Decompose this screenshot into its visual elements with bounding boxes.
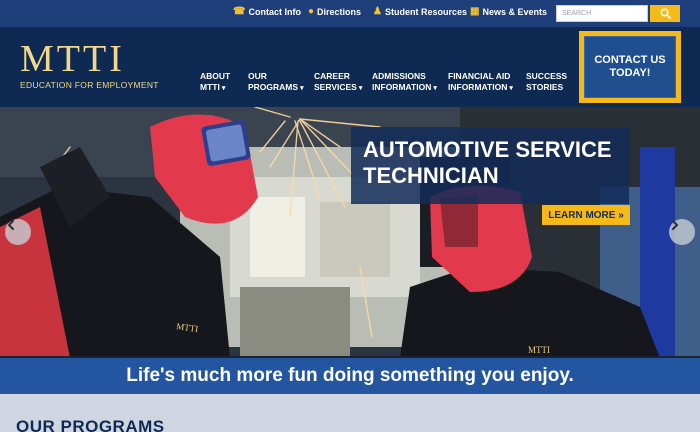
chevron-down-icon: ▾ [433, 85, 437, 92]
tagline-banner: Life's much more fun doing something you… [0, 358, 700, 394]
nav-about-line2: MTTI [200, 82, 220, 92]
nav-success-line2: STORIES [526, 82, 564, 92]
nav-admissions-line2: INFORMATION [372, 82, 432, 92]
hero-title: AUTOMOTIVE SERVICE TECHNICIAN [363, 137, 612, 188]
nav-admissions[interactable]: ADMISSIONS INFORMATION ▾ [372, 71, 437, 94]
nav-admissions-line1: ADMISSIONS [372, 71, 426, 81]
contact-info-link[interactable]: ☎ Contact Info [233, 6, 301, 18]
student-resources-link[interactable]: ♟ Student Resources [373, 6, 467, 18]
chevron-down-icon: ▾ [221, 85, 226, 92]
student-resources-label: Student Resources [384, 7, 467, 17]
next-slide-button[interactable] [669, 219, 695, 245]
search-icon [659, 8, 671, 19]
contact-line2: TODAY! [609, 67, 651, 79]
logo-tagline: EDUCATION FOR EMPLOYMENT [20, 80, 159, 90]
nav-about-line1: ABOUT [200, 71, 231, 81]
chevron-down-icon: ▾ [509, 85, 513, 92]
map-pin-icon: ● [308, 6, 315, 17]
nav-success-stories[interactable]: SUCCESS STORIES [526, 71, 567, 93]
site-logo[interactable]: MTTI EDUCATION FOR EMPLOYMENT [20, 38, 159, 90]
nav-our-programs[interactable]: OUR PROGRAMS ▾ [248, 71, 304, 94]
chevron-left-icon [7, 219, 15, 231]
learn-more-button[interactable]: LEARN MORE » [542, 205, 630, 225]
chevron-down-icon: ▾ [300, 85, 304, 92]
nav-financial-line2: INFORMATION [448, 82, 508, 92]
chevron-down-icon: ▾ [358, 85, 363, 92]
nav-financial-aid[interactable]: FINANCIAL AID INFORMATION ▾ [448, 71, 513, 94]
shirt-logo-right: MTTI [528, 345, 550, 355]
nav-financial-line1: FINANCIAL AID [448, 71, 511, 81]
user-icon: ♟ [373, 6, 382, 17]
calendar-icon: ▦ [470, 6, 480, 17]
nav-career-services[interactable]: CAREER SERVICES ▾ [314, 71, 362, 94]
nav-career-line2: SERVICES [314, 82, 357, 92]
utility-bar: ☎ Contact Info ● Directions ♟ Student Re… [0, 0, 700, 27]
contact-line1: CONTACT US [594, 54, 666, 66]
chevron-right-icon [671, 219, 679, 231]
nav-about-mtti[interactable]: ABOUT MTTI ▾ [200, 71, 230, 94]
logo-name: MTTI [20, 38, 125, 80]
search-input[interactable] [556, 5, 648, 22]
phone-icon: ☎ [233, 6, 246, 17]
contact-frame: CONTACT US TODAY! [579, 31, 681, 103]
contact-info-label: Contact Info [248, 7, 301, 17]
programs-heading: OUR PROGRAMS [16, 417, 165, 432]
contact-us-button[interactable]: CONTACT US TODAY! [584, 36, 676, 98]
programs-section: OUR PROGRAMS [0, 394, 700, 432]
nav-career-line1: CAREER [314, 71, 350, 81]
directions-label: Directions [317, 7, 362, 17]
nav-programs-line1: OUR [248, 71, 267, 81]
hero-caption: AUTOMOTIVE SERVICE TECHNICIAN [351, 127, 629, 204]
news-events-link[interactable]: ▦ News & Events [470, 6, 547, 18]
search-button[interactable] [650, 5, 680, 22]
previous-slide-button[interactable] [5, 219, 31, 245]
nav-success-line1: SUCCESS [526, 71, 568, 81]
site-header: MTTI EDUCATION FOR EMPLOYMENT ABOUT MTTI… [0, 27, 700, 107]
nav-programs-line2: PROGRAMS [248, 82, 299, 92]
hero-slideshow: MTTI MTTI AUTOMOTIVE SERVICE TECHNICIAN … [0, 107, 700, 358]
directions-link[interactable]: ● Directions [308, 6, 362, 18]
news-events-label: News & Events [482, 7, 547, 17]
